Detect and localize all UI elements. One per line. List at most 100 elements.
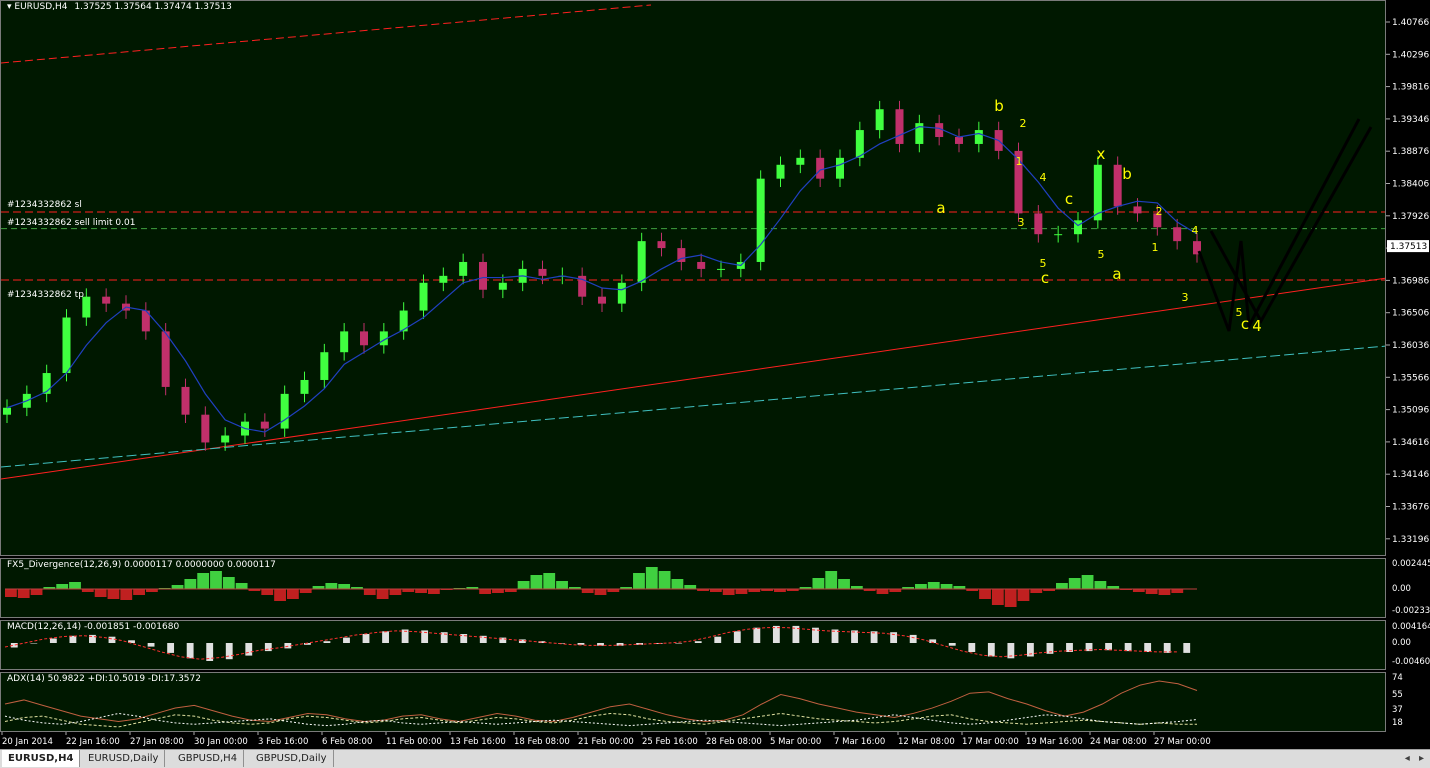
fx5-bar: [235, 583, 248, 589]
wave-label: 4: [1252, 317, 1262, 335]
time-tick-label: 18 Feb 08:00: [514, 737, 570, 747]
candle-body: [479, 261, 487, 290]
fx5-bar: [415, 589, 427, 593]
fx5-bar: [69, 582, 81, 589]
time-tick-label: 27 Jan 08:00: [130, 737, 184, 747]
tab-scroll-arrows[interactable]: ◂ ▸: [1405, 750, 1424, 767]
macd-bar: [714, 636, 722, 643]
time-tick-label: 30 Jan 00:00: [194, 737, 248, 747]
candle-body: [1054, 234, 1063, 236]
candle-body: [1113, 164, 1122, 207]
wave-label: c: [1041, 269, 1049, 287]
price-axis[interactable]: 1.40766 1.40296 1.39816 1.39346 1.38876 1.384…: [1386, 0, 1430, 556]
price-tick-label: 1.39816: [1392, 83, 1429, 93]
fx5-bar: [1030, 589, 1043, 593]
macd-bar: [30, 643, 38, 644]
adx-tick-label: 55: [1392, 690, 1403, 700]
scroll-left-icon[interactable]: ◂: [1405, 753, 1410, 764]
price-tick-label: 1.34616: [1392, 438, 1429, 448]
macd-bar: [694, 641, 702, 643]
fx5-bar: [286, 589, 299, 599]
candle-body: [875, 109, 884, 131]
tab-gbpusd-daily[interactable]: GBPUSD,Daily: [250, 750, 334, 767]
tab-gbpusd-h4[interactable]: GBPUSD,H4: [172, 750, 245, 767]
fx5-bar: [1094, 581, 1107, 589]
fx5-bar: [735, 589, 748, 594]
candle-body: [657, 241, 666, 249]
fx5-bar: [133, 589, 145, 595]
tab-eurusd-daily[interactable]: EURUSD,Daily: [82, 750, 166, 767]
tab-eurusd-h4[interactable]: EURUSD,H4: [2, 750, 81, 767]
fx5-bar: [581, 589, 594, 593]
scroll-right-icon[interactable]: ▸: [1419, 753, 1424, 764]
fx5-bar: [1068, 578, 1081, 589]
macd-histogram-svg: [4, 625, 1191, 661]
candle-body: [181, 386, 190, 415]
adx-label: ADX(14) 50.9822 +DI:10.5019 -DI:17.3572: [7, 674, 201, 684]
wave-label: 5: [1098, 248, 1105, 261]
candle-body: [300, 379, 309, 394]
fx5-bar: [299, 589, 312, 593]
time-tick-label: 19 Mar 16:00: [1026, 737, 1083, 747]
macd-bar: [753, 627, 761, 643]
fx5-bar: [594, 589, 607, 595]
fx5-bar: [1056, 583, 1068, 589]
fx5-bar: [543, 573, 556, 589]
fx5-bar: [530, 575, 543, 589]
time-tick-label: 7 Mar 16:00: [834, 737, 885, 747]
macd-tick-label: -0.004603: [1392, 657, 1430, 667]
wave-label: 4: [1040, 171, 1047, 184]
candle-body: [617, 282, 626, 304]
fx5-divergence-pane[interactable]: FX5_Divergence(12,26,9) 0.0000117 0.0000…: [0, 558, 1386, 618]
macd-bar: [186, 643, 194, 659]
wave-label: 2: [1020, 117, 1027, 130]
macd-bar: [382, 631, 389, 643]
candle-body: [102, 296, 111, 304]
wave-projection-line: [1197, 118, 1361, 332]
candle-body: [598, 296, 606, 304]
price-tick-label: 1.40766: [1392, 18, 1429, 28]
time-axis: 20 Jan 2014 22 Jan 16:00 27 Jan 08:00 30 Ja…: [0, 732, 1430, 749]
fx5-bar: [17, 589, 30, 598]
time-tick-label: 25 Feb 16:00: [642, 737, 698, 747]
adx-axis: 74 55 37 18: [1386, 672, 1430, 732]
macd-signal-line: [4, 627, 1178, 660]
wave-label: x: [1097, 145, 1106, 163]
fx5-bar: [517, 581, 530, 589]
fx5-bar: [492, 589, 504, 593]
fx5-bar: [940, 584, 953, 589]
main-chart-pane[interactable]: abcxabc12345123455c4 ▾ EURUSD,H4 1.37525…: [0, 0, 1386, 556]
fx5-tick-label: 0.002445: [1392, 559, 1430, 569]
fx5-bar: [30, 589, 43, 595]
macd-bar: [1105, 643, 1112, 651]
candle-body: [1133, 206, 1142, 214]
wave-label: 5: [1040, 257, 1047, 270]
chart-tabs-bar: EURUSD,H4 EURUSD,Daily GBPUSD,H4 GBPUSD,…: [0, 749, 1430, 768]
price-tick-label: 1.40296: [1392, 50, 1429, 60]
fx5-bar: [325, 583, 338, 589]
fx5-bar: [633, 573, 645, 589]
current-price-label: 1.37513: [1390, 242, 1427, 252]
macd-bar: [362, 634, 370, 643]
time-tick-label: 17 Mar 00:00: [962, 737, 1019, 747]
adx-pane[interactable]: ADX(14) 50.9822 +DI:10.5019 -DI:17.3572: [0, 672, 1386, 732]
fx5-tick-label: -0.002333: [1392, 606, 1430, 616]
macd-pane[interactable]: MACD(12,26,14) -0.001851 -0.001680: [0, 620, 1386, 670]
macd-bar: [968, 643, 976, 652]
candle-body: [3, 407, 11, 415]
dropdown-triangle-icon[interactable]: ▾: [7, 2, 12, 12]
candle-body: [320, 352, 329, 380]
fx5-bar: [56, 584, 69, 589]
wave-label: 3: [1018, 216, 1025, 229]
macd-bar: [49, 638, 57, 643]
macd-bar: [948, 643, 956, 646]
fx5-bar: [991, 589, 1004, 605]
fx5-bar: [479, 589, 492, 594]
candle-body: [836, 157, 844, 179]
wave-label: 3: [1182, 291, 1189, 304]
price-tick-label: 1.35096: [1392, 406, 1429, 416]
adx-tick-label: 37: [1392, 705, 1403, 715]
fx5-bar: [671, 579, 684, 589]
price-tick-label: 1.36036: [1392, 341, 1429, 351]
fx5-bar: [197, 573, 210, 589]
